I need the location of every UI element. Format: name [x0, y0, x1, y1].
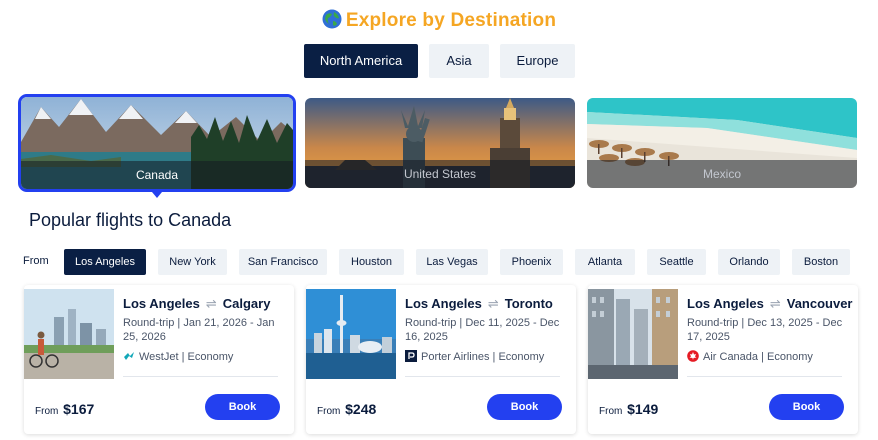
city-chip-las-vegas[interactable]: Las Vegas [416, 249, 488, 275]
tab-north-america[interactable]: North America [304, 44, 418, 78]
flight-image-toronto [306, 289, 396, 379]
flight-image-calgary [24, 289, 114, 379]
flight-card-calgary[interactable]: Los Angeles ⇌ Calgary Round-trip | Jan 21,… [24, 285, 294, 434]
book-button[interactable]: Book [487, 394, 562, 420]
city-chip-new-york[interactable]: New York [158, 249, 227, 275]
globe-icon [322, 9, 342, 29]
book-button[interactable]: Book [769, 394, 844, 420]
city-chip-orlando[interactable]: Orlando [718, 249, 780, 275]
from-label: From [23, 255, 49, 267]
destination-label-mexico: Mexico [587, 160, 857, 188]
destination-label-united-states: United States [305, 160, 575, 188]
section-title: Popular flights to Canada [29, 210, 232, 230]
region-tabs: North America Asia Europe [304, 44, 575, 78]
airline-info: WestJet | Economy [123, 350, 233, 363]
page-title: Explore by Destination [0, 9, 878, 32]
westjet-logo-icon [124, 352, 134, 360]
card-divider [687, 376, 842, 377]
flight-dates: Round-trip | Jan 21, 2026 - Jan 25, 2026 [123, 317, 275, 343]
destination-card-mexico[interactable]: Mexico [587, 98, 857, 188]
destination-card-united-states[interactable]: United States [305, 98, 575, 188]
page-title-text: Explore by Destination [345, 10, 557, 31]
tab-asia[interactable]: Asia [429, 44, 489, 78]
flight-route-toronto: Los Angeles ⇌ Toronto [405, 296, 553, 312]
price-prefix: From [35, 406, 59, 417]
price-block: From $149 [599, 401, 658, 417]
airline-text: Porter Airlines | Economy [421, 351, 545, 363]
air-canada-logo-icon [687, 350, 699, 362]
airline-text: WestJet | Economy [139, 351, 234, 363]
origin-city: Los Angeles [123, 296, 200, 311]
price-value: $167 [63, 401, 95, 417]
city-chip-seattle[interactable]: Seattle [647, 249, 706, 275]
price-prefix: From [599, 406, 623, 417]
swap-arrows-icon: ⇌ [487, 296, 499, 311]
flight-dates: Round-trip | Dec 13, 2025 - Dec 17, 2025 [687, 317, 843, 343]
swap-arrows-icon: ⇌ [769, 296, 781, 311]
flight-route-vancouver: Los Angeles ⇌ Vancouver [687, 296, 853, 312]
active-destination-caret [152, 192, 162, 198]
flight-image-vancouver [588, 289, 678, 379]
price-block: From $248 [317, 401, 376, 417]
price-block: From $167 [35, 401, 94, 417]
flight-card-toronto[interactable]: Los Angeles ⇌ Toronto Round-trip | Dec 11,… [306, 285, 576, 434]
card-divider [123, 376, 278, 377]
origin-city: Los Angeles [405, 296, 482, 311]
city-chip-boston[interactable]: Boston [792, 249, 850, 275]
destination-city: Vancouver [786, 296, 853, 311]
origin-city: Los Angeles [687, 296, 764, 311]
airline-info: Air Canada | Economy [687, 350, 813, 363]
card-divider [405, 376, 560, 377]
book-button[interactable]: Book [205, 394, 280, 420]
destination-city: Calgary [222, 296, 271, 311]
destination-label-canada: Canada [21, 161, 293, 189]
city-chip-san-francisco[interactable]: San Francisco [239, 249, 327, 275]
porter-logo-icon [405, 350, 417, 362]
airline-text: Air Canada | Economy [703, 351, 813, 363]
tab-europe[interactable]: Europe [500, 44, 575, 78]
swap-arrows-icon: ⇌ [205, 296, 217, 311]
city-chip-los-angeles[interactable]: Los Angeles [64, 249, 146, 275]
price-prefix: From [317, 406, 341, 417]
flight-route-calgary: Los Angeles ⇌ Calgary [123, 296, 270, 312]
price-value: $149 [627, 401, 659, 417]
price-value: $248 [345, 401, 377, 417]
destination-city: Toronto [504, 296, 553, 311]
city-chip-houston[interactable]: Houston [339, 249, 404, 275]
flight-card-vancouver[interactable]: Los Angeles ⇌ Vancouver Round-trip | Dec 1… [588, 285, 858, 434]
city-chip-atlanta[interactable]: Atlanta [575, 249, 635, 275]
flight-dates: Round-trip | Dec 11, 2025 - Dec 16, 2025 [405, 317, 560, 343]
destination-card-canada[interactable]: Canada [18, 94, 296, 192]
city-chip-phoenix[interactable]: Phoenix [500, 249, 563, 275]
airline-info: Porter Airlines | Economy [405, 350, 544, 363]
